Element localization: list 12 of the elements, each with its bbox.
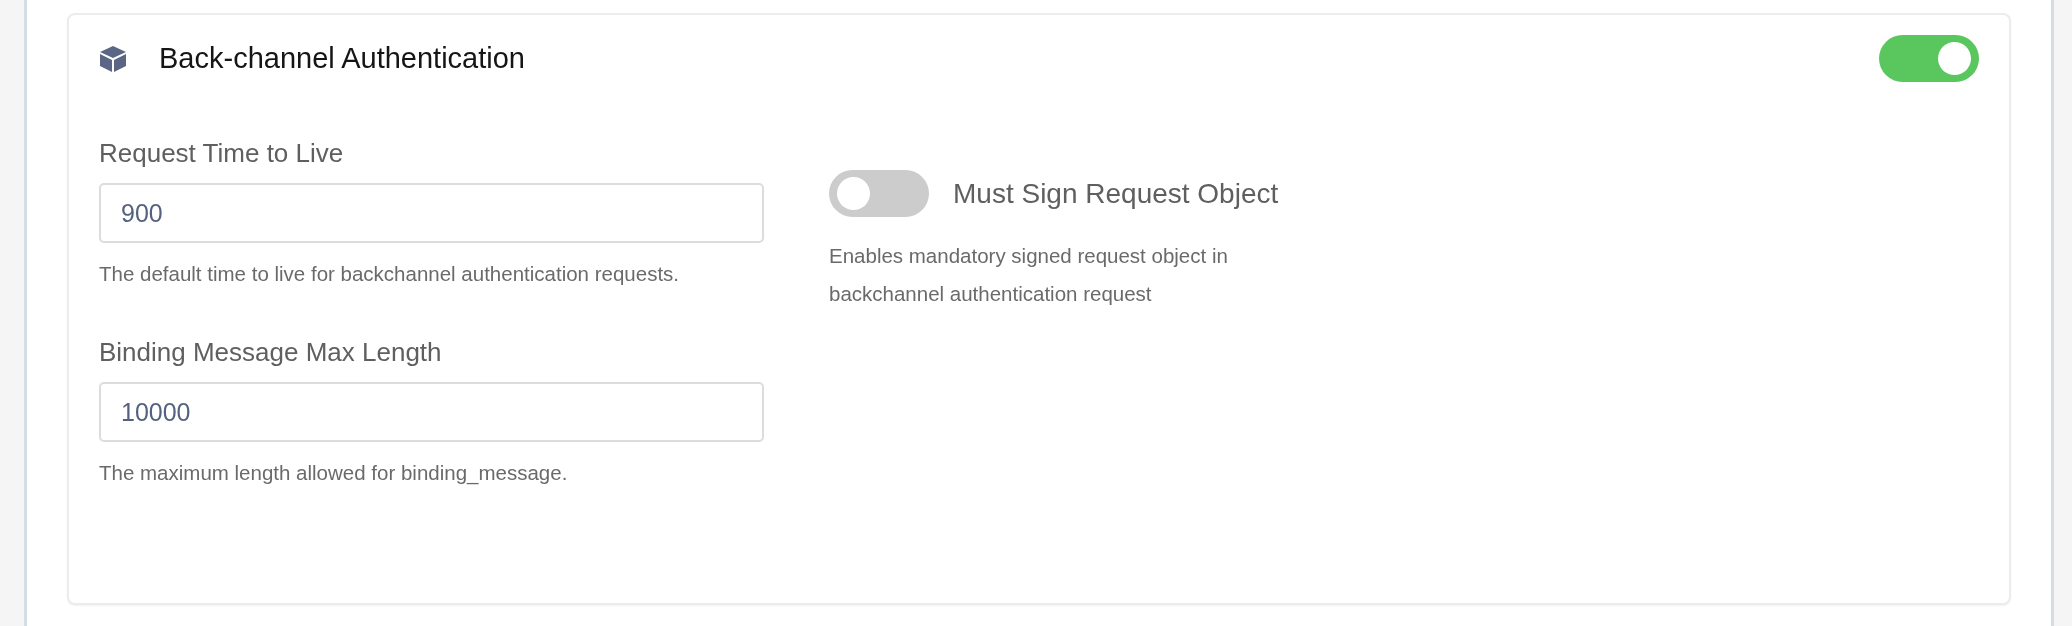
help-text: The maximum length allowed for binding_message.: [99, 460, 569, 487]
section-title: Back-channel Authentication: [158, 40, 525, 76]
number-input[interactable]: 10000: [99, 382, 764, 442]
number-input[interactable]: 900: [99, 183, 764, 243]
switch-label: Must Sign Request Object: [953, 176, 1279, 211]
toggle-switch[interactable]: [829, 170, 929, 217]
field-label: Binding Message Max Length: [99, 336, 443, 369]
help-text: Enables mandatory signed request object in backchannel authentication request: [829, 243, 1229, 307]
toggle-switch[interactable]: [1879, 35, 1979, 82]
help-text: The default time to live for backchannel authentication requests.: [99, 261, 681, 287]
cube-icon: [99, 44, 127, 73]
field-label: Request Time to Live: [99, 137, 345, 170]
